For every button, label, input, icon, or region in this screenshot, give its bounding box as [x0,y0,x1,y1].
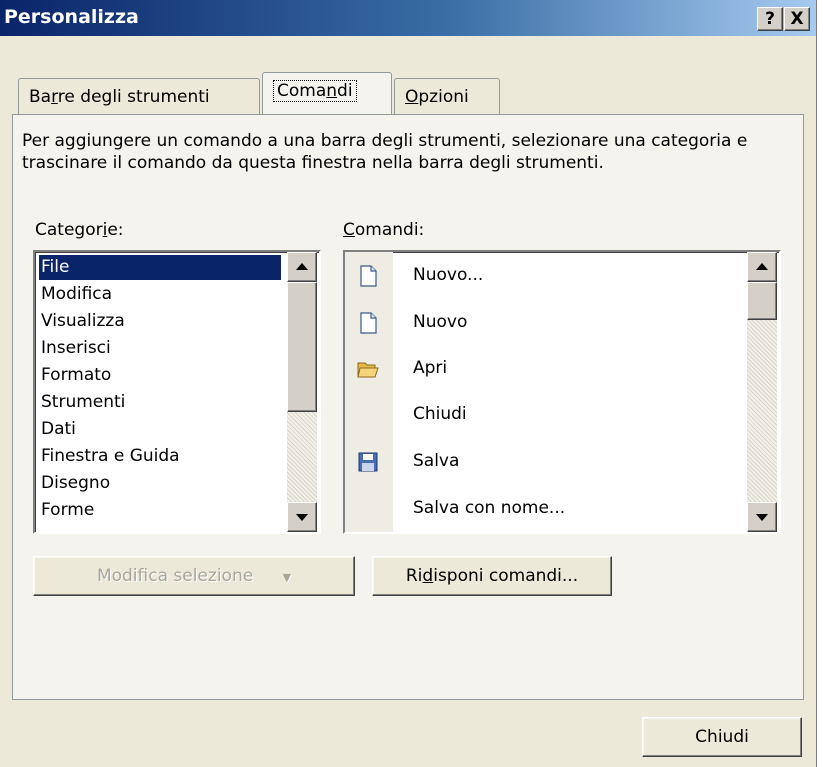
tab-commands-focus: Comandi [273,80,357,102]
command-item-nuovo[interactable]: Nuovo [345,302,745,342]
customize-dialog: Personalizza ? X Barre degli strumenti C… [0,0,816,767]
dropdown-arrow-icon: ▼ [282,571,292,584]
commands-accesskey: C [343,220,355,240]
category-item-dati[interactable]: Dati [39,417,78,442]
close-button[interactable]: Chiudi [642,717,802,757]
scroll-up-button[interactable] [287,252,317,282]
rearrange-commands-button[interactable]: Ridisponi comandi... [372,556,612,596]
tab-toolbars-label-b: re degli strumenti [57,87,210,107]
category-item-finestra-e-guida[interactable]: Finestra e Guida [39,444,182,469]
window-title: Personalizza [4,6,139,28]
category-item-formato[interactable]: Formato [39,363,113,388]
save-disk-icon [358,452,378,472]
scroll-thumb[interactable] [747,282,777,320]
close-window-button[interactable]: X [784,7,810,31]
command-label: Salva [413,451,460,471]
command-item-chiudi[interactable]: Chiudi [345,394,745,434]
commands-scrollbar[interactable] [747,252,777,532]
scroll-down-button[interactable] [747,502,777,532]
category-item-disegno[interactable]: Disegno [39,471,112,496]
tab-commands[interactable]: Comandi [262,72,392,114]
category-item-modifica[interactable]: Modifica [39,282,114,307]
modify-selection-label: Modifica selezione [96,566,254,586]
categories-scrollbar[interactable] [287,252,317,532]
background-edge [816,0,823,767]
tab-commands-label-b: di [337,81,353,101]
command-item-apri[interactable]: Apri [345,348,745,388]
arrow-down-icon [296,514,308,521]
tab-toolbars-label-a: Ba [29,87,52,107]
categories-label: Categorie: [35,220,124,240]
category-item-file[interactable]: File [39,255,281,280]
title-bar[interactable]: Personalizza ? X [0,0,816,36]
instructions-text: Per aggiungere un comando a una barra de… [22,131,748,173]
scroll-thumb[interactable] [287,282,317,412]
arrow-down-icon [756,514,768,521]
commands-label-b: omandi: [354,220,425,240]
command-label: Nuovo [413,312,468,332]
help-button[interactable]: ? [757,7,783,31]
scroll-up-button[interactable] [747,252,777,282]
tab-options-label-b: pzioni [418,87,469,107]
command-label: Apri [413,358,448,378]
categories-list[interactable]: File Modifica Visualizza Inserisci Forma… [33,250,321,534]
scroll-down-button[interactable] [287,502,317,532]
command-item-salva-con-nome[interactable]: Salva con nome... [345,488,745,528]
category-item-visualizza[interactable]: Visualizza [39,309,127,334]
commands-list[interactable]: Nuovo... Nuovo Apri Chiudi Salva Salva c… [343,250,781,534]
categories-label-b: e: [107,220,124,240]
tab-commands-accesskey: n [326,81,338,101]
command-item-nuovo-dialog[interactable]: Nuovo... [345,255,745,295]
rearrange-accesskey: d [422,566,434,586]
rearrange-label-b: isponi comandi... [433,566,579,586]
category-item-strumenti[interactable]: Strumenti [39,390,127,415]
modify-selection-button[interactable]: Modifica selezione ▼ [33,556,355,596]
tab-commands-label-a: Coma [277,81,327,101]
rearrange-label-a: Ri [405,566,423,586]
tab-toolbars[interactable]: Barre degli strumenti [18,78,260,114]
category-item-inserisci[interactable]: Inserisci [39,336,113,361]
commands-label: Comandi: [343,220,424,240]
tab-options[interactable]: Opzioni [394,78,500,114]
command-label: Nuovo... [413,265,484,285]
tab-toolbars-accesskey: r [51,87,58,107]
arrow-up-icon [756,263,768,270]
open-folder-icon [357,362,379,378]
command-label: Salva con nome... [413,498,566,518]
new-document-icon [360,265,377,287]
arrow-up-icon [296,263,308,270]
new-document-icon [360,312,377,334]
categories-label-a: Categor [35,220,103,240]
command-label: Chiudi [413,404,467,424]
category-item-forme[interactable]: Forme [39,498,96,523]
command-item-salva[interactable]: Salva [345,441,745,481]
tab-options-accesskey: O [405,87,419,107]
